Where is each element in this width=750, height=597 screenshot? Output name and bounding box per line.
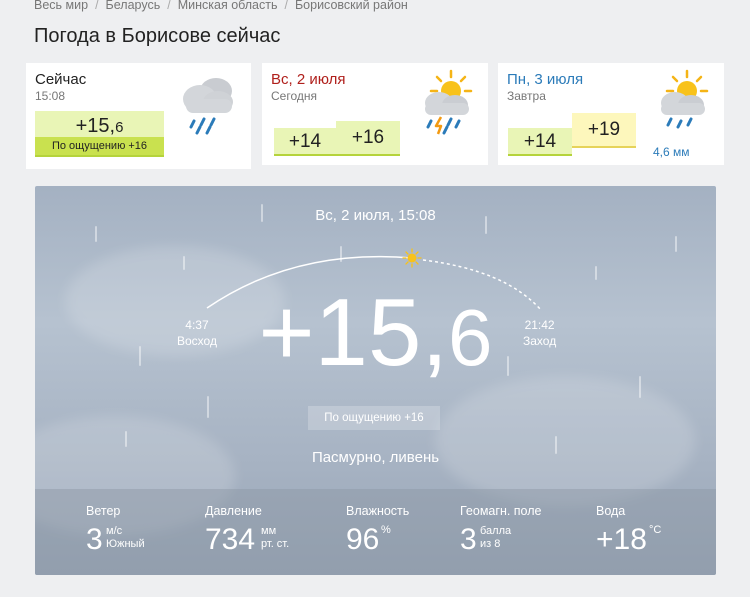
- stat-geomagnetic-label: Геомагн. поле: [460, 504, 542, 518]
- stat-geomagnetic-scale: из 8: [480, 538, 501, 550]
- now-card[interactable]: Сейчас 15:08 +15,6 По ощущению +16: [26, 63, 251, 169]
- breadcrumb-borisov-district[interactable]: Борисовский район: [295, 0, 408, 12]
- stat-geomagnetic-unit: балла: [480, 525, 512, 537]
- tomorrow-card-sub: Завтра: [507, 89, 546, 103]
- rain-streak: [207, 396, 209, 418]
- stat-pressure-label: Давление: [205, 504, 262, 518]
- hero-condition: Пасмурно, ливень: [311, 449, 440, 466]
- stat-water: Вода +18 °C: [596, 504, 661, 556]
- stat-water-unit: °C: [649, 524, 662, 536]
- sun-cloud-rain-icon: [661, 69, 709, 129]
- tomorrow-temp-low: +14: [508, 128, 572, 156]
- stat-water-label: Вода: [596, 504, 626, 518]
- stat-humidity: Влажность 96 %: [346, 504, 410, 556]
- now-feels-like: По ощущению +16: [35, 137, 164, 155]
- breadcrumb-separator: /: [284, 0, 288, 12]
- now-card-title: Сейчас: [35, 71, 87, 88]
- stat-pressure-unit: мм: [261, 525, 277, 537]
- today-temp-high: +16: [336, 121, 400, 156]
- stat-wind-value: 3: [86, 523, 103, 556]
- stat-water-value: +18: [596, 523, 647, 556]
- stat-geomagnetic: Геомагн. поле 3 балла из 8: [460, 504, 542, 556]
- today-card[interactable]: Вс, 2 июля Сегодня +14 +16: [262, 63, 488, 165]
- hero-feels-like: По ощущению +16: [308, 406, 440, 430]
- sun-position-icon: [402, 248, 422, 268]
- breadcrumb-belarus[interactable]: Беларусь: [106, 0, 161, 12]
- page-title: Погода в Борисове сейчас: [34, 25, 281, 47]
- stat-wind-direction: Южный: [106, 538, 145, 550]
- breadcrumb-world[interactable]: Весь мир: [34, 0, 88, 12]
- stat-pressure: Давление 734 мм рт. ст.: [205, 504, 289, 556]
- stat-wind-label: Ветер: [86, 504, 121, 518]
- breadcrumb-minsk-region[interactable]: Минская область: [178, 0, 278, 12]
- tomorrow-card[interactable]: Пн, 3 июля Завтра +14 +19 4,6 мм: [498, 63, 724, 165]
- now-temp: +15,6: [75, 115, 124, 137]
- stat-wind: Ветер 3 м/с Южный: [86, 504, 145, 556]
- now-card-time: 15:08: [35, 89, 66, 103]
- stats-bar: Ветер 3 м/с Южный Давление 734 мм рт. ст…: [35, 489, 716, 575]
- today-card-sub: Сегодня: [271, 89, 317, 103]
- current-weather-panel: Вс, 2 июля, 15:08 4:37 Восход 21:42 Захо…: [35, 186, 716, 575]
- rain-streak: [125, 431, 127, 447]
- stat-humidity-value: 96: [346, 523, 380, 556]
- background-cloud: [435, 376, 695, 506]
- tomorrow-temp-high: +19: [572, 113, 636, 148]
- sun-cloud-thunder-rain-icon: [425, 69, 473, 135]
- tomorrow-card-title: Пн, 3 июля: [507, 71, 584, 88]
- today-card-title: Вс, 2 июля: [271, 71, 346, 88]
- cloud-rain-icon: [183, 78, 233, 135]
- hero-temperature: +15,6: [258, 279, 493, 386]
- stat-humidity-unit: %: [381, 524, 391, 536]
- now-temp-box: +15,6 По ощущению +16: [35, 111, 164, 157]
- breadcrumb-separator: /: [95, 0, 99, 12]
- stat-wind-unit: м/с: [106, 525, 123, 537]
- stat-pressure-value: 734: [205, 523, 256, 556]
- stat-geomagnetic-value: 3: [460, 523, 477, 556]
- stat-pressure-unit-2: рт. ст.: [261, 538, 290, 550]
- tomorrow-precipitation: 4,6 мм: [653, 145, 690, 159]
- stat-humidity-label: Влажность: [346, 504, 410, 518]
- breadcrumb-separator: /: [167, 0, 171, 12]
- breadcrumb: Весь мир / Беларусь / Минская область / Борисо…: [34, 0, 408, 12]
- today-temp-low: +14: [274, 128, 336, 156]
